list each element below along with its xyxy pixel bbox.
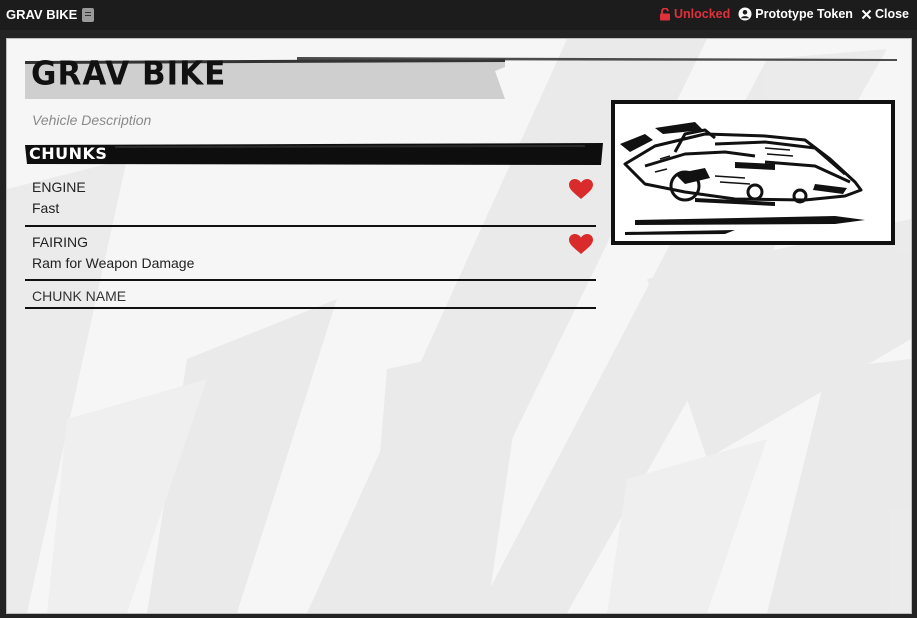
chunk-row[interactable]: FAIRING Ram for Weapon Damage: [25, 227, 596, 281]
chunks-heading: CHUNKS: [29, 144, 108, 163]
chunk-row-new[interactable]: CHUNK NAME: [25, 281, 596, 309]
chunk-name-placeholder[interactable]: CHUNK NAME: [32, 287, 596, 305]
close-button[interactable]: Close: [861, 7, 909, 21]
window-title-group: GRAV BIKE: [6, 7, 95, 22]
header-actions: Unlocked Prototype Token Close: [659, 7, 909, 21]
chunk-list: ENGINE Fast FAIRING Ram for Weapon Damag…: [25, 172, 596, 309]
grav-bike-illustration: [615, 104, 891, 241]
vehicle-portrait[interactable]: [611, 100, 895, 245]
close-label: Close: [874, 7, 909, 21]
chunk-name[interactable]: FAIRING: [32, 233, 596, 251]
document-icon[interactable]: [82, 7, 95, 22]
user-circle-icon: [738, 7, 752, 21]
vehicle-name[interactable]: GRAV BIKE: [31, 58, 226, 91]
heart-icon[interactable]: [569, 179, 593, 200]
sheet-window: GRAV BIKE Unlocked Prototype Token Close…: [0, 0, 917, 618]
chunk-description[interactable]: Ram for Weapon Damage: [32, 254, 596, 272]
prototype-token-button[interactable]: Prototype Token: [738, 7, 853, 21]
window-titlebar[interactable]: GRAV BIKE Unlocked Prototype Token Close: [0, 0, 917, 30]
close-icon: [861, 9, 872, 19]
window-title: GRAV BIKE: [6, 7, 78, 22]
chunk-description[interactable]: Fast: [32, 199, 596, 217]
chunk-name[interactable]: ENGINE: [32, 178, 596, 196]
vehicle-description-input[interactable]: [32, 112, 592, 128]
chunk-row[interactable]: ENGINE Fast: [25, 172, 596, 227]
unlocked-label: Unlocked: [673, 7, 731, 21]
sheet-body: GRAV BIKE CHUNKS ENGINE Fast FAIRING Ram…: [6, 38, 912, 614]
prototype-token-label: Prototype Token: [755, 7, 853, 21]
unlock-icon: [659, 7, 670, 20]
heart-icon[interactable]: [569, 234, 593, 255]
unlocked-button[interactable]: Unlocked: [659, 7, 730, 21]
chunks-heading-bar: [25, 143, 603, 165]
